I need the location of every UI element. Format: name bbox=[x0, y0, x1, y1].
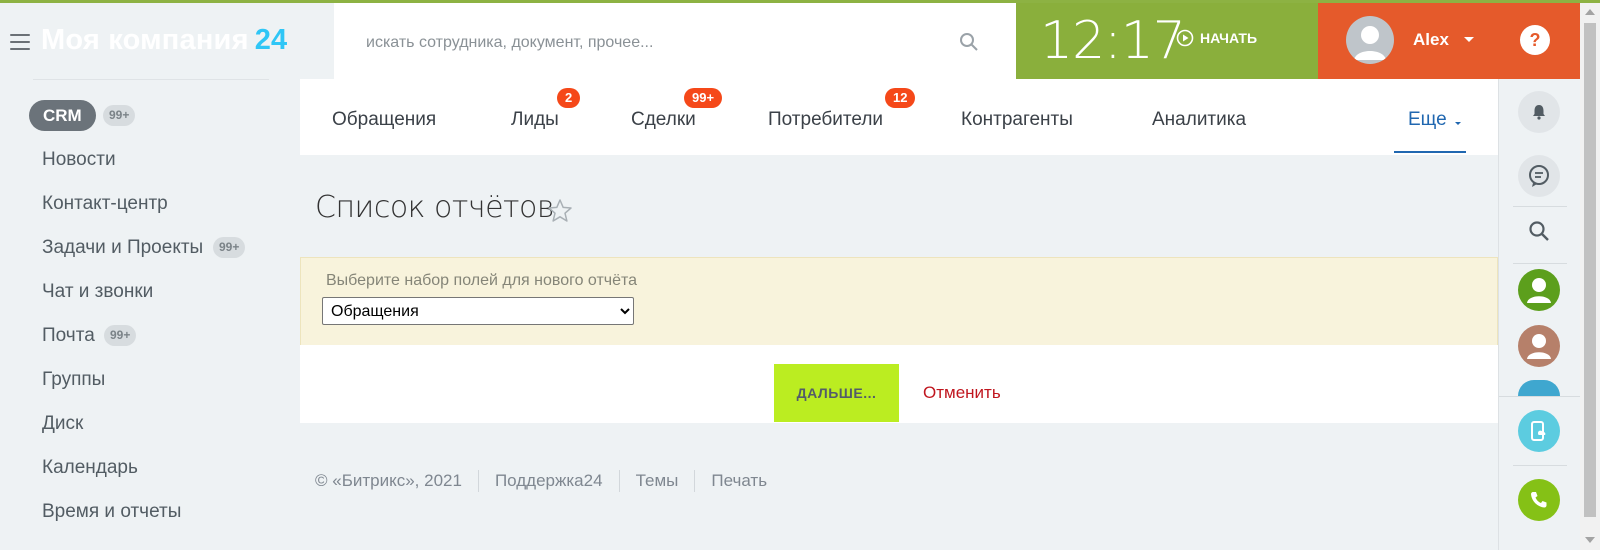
menu-icon[interactable] bbox=[10, 34, 30, 50]
phone-cloud-icon bbox=[1531, 421, 1546, 441]
tab-badge: 12 bbox=[885, 88, 916, 108]
chat-button[interactable] bbox=[1518, 155, 1560, 197]
sidebar-item-news[interactable]: Новости bbox=[42, 149, 116, 171]
sidebar-item-mail[interactable]: Почта bbox=[42, 325, 95, 347]
start-label: НАЧАТЬ bbox=[1200, 30, 1258, 46]
tab-badge: 2 bbox=[557, 88, 581, 108]
sidebar-item-time-reports[interactable]: Время и отчеты bbox=[42, 501, 181, 523]
sidebar-item-crm[interactable]: CRM bbox=[29, 100, 96, 131]
action-panel: ДАЛЬШЕ... Отменить bbox=[300, 345, 1498, 423]
field-set-select[interactable]: Обращения bbox=[322, 297, 634, 325]
search-icon[interactable] bbox=[959, 32, 979, 52]
sidebar-item-calendar[interactable]: Календарь bbox=[42, 457, 138, 479]
user-icon bbox=[1354, 26, 1386, 60]
notifications-button[interactable] bbox=[1518, 91, 1560, 133]
global-search-button[interactable] bbox=[1518, 210, 1560, 252]
page-title: Список отчётов bbox=[315, 190, 554, 225]
company-logo[interactable]: Моя компания 24 bbox=[41, 24, 287, 57]
crm-tabs: Обращения Лиды 2 Сделки 99+ Потребители … bbox=[300, 79, 1498, 155]
search-input[interactable] bbox=[364, 29, 928, 57]
user-icon bbox=[1527, 278, 1551, 303]
scrollbar-thumb[interactable] bbox=[1584, 23, 1596, 517]
sidebar-item-tasks[interactable]: Задачи и Проекты bbox=[42, 237, 203, 259]
field-set-label: Выберите набор полей для нового отчёта bbox=[326, 272, 638, 289]
sidebar-item-contact-center[interactable]: Контакт-центр bbox=[42, 193, 168, 215]
divider bbox=[1513, 206, 1567, 207]
field-set-panel: Выберите набор полей для нового отчёта О… bbox=[300, 257, 1498, 346]
start-workday-button[interactable]: НАЧАТЬ bbox=[1176, 29, 1257, 47]
chevron-down-icon[interactable] bbox=[1455, 122, 1461, 125]
footer-link-support[interactable]: Поддержка24 bbox=[495, 471, 603, 491]
divider bbox=[1513, 263, 1567, 264]
work-time-block: 12:17 НАЧАТЬ bbox=[1016, 3, 1318, 79]
play-icon bbox=[1176, 29, 1194, 47]
counter-badge: 99+ bbox=[103, 105, 136, 126]
active-tab-underline bbox=[1394, 151, 1466, 153]
scroll-up-arrow[interactable] bbox=[1585, 9, 1595, 15]
counter-badge: 99+ bbox=[104, 325, 137, 346]
chat-icon bbox=[1529, 165, 1549, 187]
user-name[interactable]: Alex bbox=[1413, 30, 1449, 50]
tab-consumers[interactable]: Потребители bbox=[768, 109, 883, 131]
sidebar-item-groups[interactable]: Группы bbox=[42, 369, 105, 391]
divider bbox=[1513, 465, 1567, 466]
cancel-link[interactable]: Отменить bbox=[923, 383, 1001, 403]
right-panel bbox=[1498, 79, 1581, 550]
phone-icon bbox=[1531, 492, 1547, 508]
help-block: ? bbox=[1498, 3, 1580, 79]
copyright: © «Битрикс», 2021 bbox=[315, 471, 462, 490]
help-icon[interactable]: ? bbox=[1520, 25, 1550, 55]
tab-leads[interactable]: Лиды bbox=[511, 109, 559, 131]
tab-deals[interactable]: Сделки bbox=[631, 109, 696, 131]
tab-badge: 99+ bbox=[684, 88, 723, 108]
divider bbox=[618, 470, 620, 492]
tab-more[interactable]: Еще bbox=[1408, 109, 1447, 131]
logo-area: Моя компания 24 bbox=[0, 3, 334, 79]
user-icon bbox=[1527, 334, 1551, 359]
footer-link-themes[interactable]: Темы bbox=[636, 471, 679, 491]
divider bbox=[477, 470, 479, 492]
left-menu: CRM 99+ Новости Контакт-центр Задачи и П… bbox=[0, 79, 300, 550]
divider bbox=[33, 79, 269, 80]
sidebar-item-disk[interactable]: Диск bbox=[42, 413, 83, 435]
mobile-app-button[interactable] bbox=[1518, 410, 1560, 452]
star-icon[interactable] bbox=[547, 198, 573, 224]
contact-avatar[interactable] bbox=[1518, 325, 1560, 367]
user-menu[interactable]: Alex bbox=[1318, 3, 1498, 79]
counter-badge: 99+ bbox=[213, 237, 246, 258]
contact-avatar[interactable] bbox=[1518, 269, 1560, 311]
search-bar bbox=[334, 3, 1016, 80]
footer: © «Битрикс», 2021 Поддержка24 Темы Печат… bbox=[315, 470, 767, 492]
bell-icon bbox=[1533, 105, 1545, 120]
tab-analytics[interactable]: Аналитика bbox=[1152, 109, 1246, 131]
clock-display: 12:17 bbox=[1040, 11, 1186, 71]
footer-link-print[interactable]: Печать bbox=[711, 471, 767, 491]
search-icon bbox=[1529, 221, 1549, 241]
chevron-down-icon[interactable] bbox=[1464, 37, 1474, 42]
sidebar-item-chat[interactable]: Чат и звонки bbox=[42, 281, 153, 303]
tab-counterparties[interactable]: Контрагенты bbox=[961, 109, 1073, 131]
contact-avatar[interactable] bbox=[1518, 380, 1560, 396]
avatar[interactable] bbox=[1346, 16, 1394, 64]
next-button[interactable]: ДАЛЬШЕ... bbox=[774, 364, 899, 422]
scroll-down-arrow[interactable] bbox=[1585, 537, 1595, 543]
scrollbar[interactable] bbox=[1580, 3, 1600, 550]
divider bbox=[1499, 396, 1581, 397]
call-button[interactable] bbox=[1518, 479, 1560, 521]
tab-appeals[interactable]: Обращения bbox=[332, 109, 436, 131]
divider bbox=[694, 470, 696, 492]
